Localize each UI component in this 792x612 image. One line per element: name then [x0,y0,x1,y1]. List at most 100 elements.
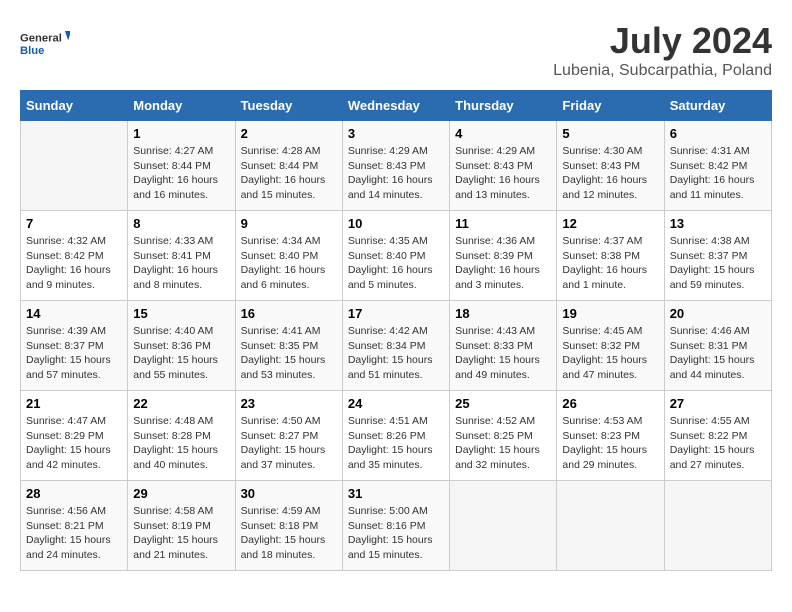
day-info: Sunrise: 4:35 AM Sunset: 8:40 PM Dayligh… [348,234,444,293]
header-day-sunday: Sunday [21,91,128,121]
day-number: 8 [133,216,229,231]
month-title: July 2024 [553,20,772,62]
header-day-wednesday: Wednesday [342,91,449,121]
week-row-4: 21 Sunrise: 4:47 AM Sunset: 8:29 PM Dayli… [21,391,772,481]
day-cell: 3 Sunrise: 4:29 AM Sunset: 8:43 PM Daylig… [342,121,449,211]
day-cell: 28 Sunrise: 4:56 AM Sunset: 8:21 PM Dayli… [21,481,128,571]
day-number: 3 [348,126,444,141]
header-day-monday: Monday [128,91,235,121]
day-info: Sunrise: 4:29 AM Sunset: 8:43 PM Dayligh… [348,144,444,203]
day-number: 20 [670,306,766,321]
day-info: Sunrise: 4:42 AM Sunset: 8:34 PM Dayligh… [348,324,444,383]
day-info: Sunrise: 4:41 AM Sunset: 8:35 PM Dayligh… [241,324,337,383]
day-number: 30 [241,486,337,501]
day-info: Sunrise: 4:27 AM Sunset: 8:44 PM Dayligh… [133,144,229,203]
day-info: Sunrise: 4:43 AM Sunset: 8:33 PM Dayligh… [455,324,551,383]
day-info: Sunrise: 4:55 AM Sunset: 8:22 PM Dayligh… [670,414,766,473]
day-info: Sunrise: 4:30 AM Sunset: 8:43 PM Dayligh… [562,144,658,203]
header: General Blue July 2024 Lubenia, Subcarpa… [20,20,772,80]
day-number: 17 [348,306,444,321]
day-cell: 10 Sunrise: 4:35 AM Sunset: 8:40 PM Dayli… [342,211,449,301]
week-row-2: 7Sunrise: 4:32 AM Sunset: 8:42 PM Daylig… [21,211,772,301]
header-day-thursday: Thursday [450,91,557,121]
day-cell: 15Sunrise: 4:40 AM Sunset: 8:36 PM Dayli… [128,301,235,391]
day-info: Sunrise: 4:58 AM Sunset: 8:19 PM Dayligh… [133,504,229,563]
day-info: Sunrise: 4:29 AM Sunset: 8:43 PM Dayligh… [455,144,551,203]
day-info: Sunrise: 4:37 AM Sunset: 8:38 PM Dayligh… [562,234,658,293]
day-number: 9 [241,216,337,231]
day-number: 18 [455,306,551,321]
day-cell [21,121,128,211]
day-cell [450,481,557,571]
day-cell: 25 Sunrise: 4:52 AM Sunset: 8:25 PM Dayli… [450,391,557,481]
day-info: Sunrise: 4:33 AM Sunset: 8:41 PM Dayligh… [133,234,229,293]
day-number: 29 [133,486,229,501]
day-number: 6 [670,126,766,141]
day-cell: 4 Sunrise: 4:29 AM Sunset: 8:43 PM Daylig… [450,121,557,211]
day-cell: 8 Sunrise: 4:33 AM Sunset: 8:41 PM Daylig… [128,211,235,301]
day-info: Sunrise: 4:56 AM Sunset: 8:21 PM Dayligh… [26,504,122,563]
day-cell: 27 Sunrise: 4:55 AM Sunset: 8:22 PM Dayli… [664,391,771,481]
day-number: 2 [241,126,337,141]
day-info: Sunrise: 4:34 AM Sunset: 8:40 PM Dayligh… [241,234,337,293]
day-info: Sunrise: 4:38 AM Sunset: 8:37 PM Dayligh… [670,234,766,293]
day-info: Sunrise: 4:47 AM Sunset: 8:29 PM Dayligh… [26,414,122,473]
day-info: Sunrise: 4:48 AM Sunset: 8:28 PM Dayligh… [133,414,229,473]
day-info: Sunrise: 4:40 AM Sunset: 8:36 PM Dayligh… [133,324,229,383]
day-cell: 6 Sunrise: 4:31 AM Sunset: 8:42 PM Daylig… [664,121,771,211]
day-number: 16 [241,306,337,321]
day-number: 25 [455,396,551,411]
day-cell: 22 Sunrise: 4:48 AM Sunset: 8:28 PM Dayli… [128,391,235,481]
week-row-3: 14 Sunrise: 4:39 AM Sunset: 8:37 PM Dayli… [21,301,772,391]
day-info: Sunrise: 4:39 AM Sunset: 8:37 PM Dayligh… [26,324,122,383]
day-cell: 26 Sunrise: 4:53 AM Sunset: 8:23 PM Dayli… [557,391,664,481]
day-cell: 1 Sunrise: 4:27 AM Sunset: 8:44 PM Daylig… [128,121,235,211]
day-info: Sunrise: 4:32 AM Sunset: 8:42 PM Dayligh… [26,234,122,293]
header-day-tuesday: Tuesday [235,91,342,121]
header-day-friday: Friday [557,91,664,121]
day-number: 31 [348,486,444,501]
day-cell: 2 Sunrise: 4:28 AM Sunset: 8:44 PM Daylig… [235,121,342,211]
day-number: 19 [562,306,658,321]
week-row-5: 28 Sunrise: 4:56 AM Sunset: 8:21 PM Dayli… [21,481,772,571]
header-day-saturday: Saturday [664,91,771,121]
day-number: 21 [26,396,122,411]
day-cell: 18 Sunrise: 4:43 AM Sunset: 8:33 PM Dayli… [450,301,557,391]
day-cell [664,481,771,571]
day-number: 4 [455,126,551,141]
day-info: Sunrise: 4:36 AM Sunset: 8:39 PM Dayligh… [455,234,551,293]
day-cell: 11 Sunrise: 4:36 AM Sunset: 8:39 PM Dayli… [450,211,557,301]
day-info: Sunrise: 4:31 AM Sunset: 8:42 PM Dayligh… [670,144,766,203]
location-title: Lubenia, Subcarpathia, Poland [553,62,772,80]
day-number: 1 [133,126,229,141]
day-cell: 14 Sunrise: 4:39 AM Sunset: 8:37 PM Dayli… [21,301,128,391]
day-info: Sunrise: 4:53 AM Sunset: 8:23 PM Dayligh… [562,414,658,473]
day-cell: 9 Sunrise: 4:34 AM Sunset: 8:40 PM Daylig… [235,211,342,301]
day-number: 26 [562,396,658,411]
day-number: 27 [670,396,766,411]
logo: General Blue [20,20,70,70]
day-number: 23 [241,396,337,411]
day-info: Sunrise: 4:50 AM Sunset: 8:27 PM Dayligh… [241,414,337,473]
day-number: 14 [26,306,122,321]
day-number: 13 [670,216,766,231]
day-cell: 13 Sunrise: 4:38 AM Sunset: 8:37 PM Dayli… [664,211,771,301]
day-cell: 7Sunrise: 4:32 AM Sunset: 8:42 PM Daylig… [21,211,128,301]
day-info: Sunrise: 5:00 AM Sunset: 8:16 PM Dayligh… [348,504,444,563]
day-info: Sunrise: 4:28 AM Sunset: 8:44 PM Dayligh… [241,144,337,203]
title-area: July 2024 Lubenia, Subcarpathia, Poland [553,20,772,80]
day-number: 28 [26,486,122,501]
day-number: 11 [455,216,551,231]
day-number: 24 [348,396,444,411]
day-number: 10 [348,216,444,231]
day-number: 22 [133,396,229,411]
day-cell: 31 Sunrise: 5:00 AM Sunset: 8:16 PM Dayli… [342,481,449,571]
day-number: 5 [562,126,658,141]
svg-text:Blue: Blue [20,45,44,57]
day-info: Sunrise: 4:45 AM Sunset: 8:32 PM Dayligh… [562,324,658,383]
day-cell: 29 Sunrise: 4:58 AM Sunset: 8:19 PM Dayli… [128,481,235,571]
day-cell: 16 Sunrise: 4:41 AM Sunset: 8:35 PM Dayli… [235,301,342,391]
svg-text:General: General [20,33,62,45]
day-info: Sunrise: 4:52 AM Sunset: 8:25 PM Dayligh… [455,414,551,473]
day-cell: 21 Sunrise: 4:47 AM Sunset: 8:29 PM Dayli… [21,391,128,481]
